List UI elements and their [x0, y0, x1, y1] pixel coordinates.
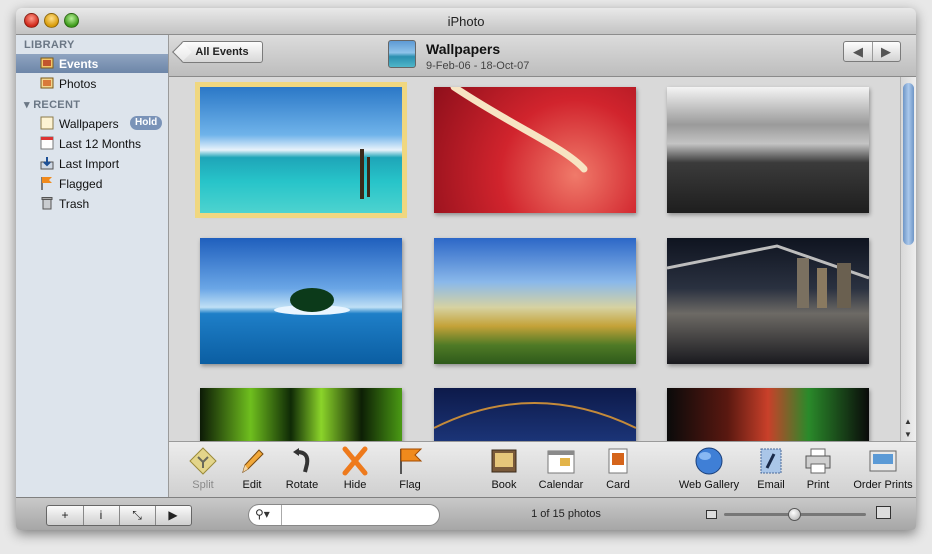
photo-thumbnail[interactable]: [666, 238, 870, 364]
flag-icon: [400, 448, 423, 474]
events-icon: [40, 57, 54, 69]
calendar-icon: [40, 136, 54, 150]
event-navigation: ◀ ▶: [843, 41, 901, 62]
search-input[interactable]: [285, 507, 434, 523]
photo-detail: [360, 149, 370, 199]
disclosure-triangle-icon[interactable]: ▾: [24, 99, 30, 111]
photo-thumbnail[interactable]: [200, 238, 402, 364]
hold-badge: Hold: [130, 116, 163, 130]
sidebar-item-label: Photos: [59, 77, 97, 91]
sidebar-item-last-import[interactable]: Last Import: [16, 154, 168, 173]
title-bar[interactable]: iPhoto: [16, 8, 916, 35]
slider-knob[interactable]: [788, 508, 801, 521]
previous-event-button[interactable]: ◀: [844, 42, 873, 61]
book-icon: [491, 449, 517, 473]
photo-thumbnail[interactable]: [434, 238, 636, 364]
event-key-photo: [388, 40, 416, 68]
order-prints-icon: [869, 450, 897, 472]
photo-thumbnail[interactable]: [434, 83, 636, 213]
photo-detail: [274, 288, 350, 315]
order-prints-button[interactable]: Order Prints: [849, 446, 916, 491]
book-button[interactable]: Book: [489, 446, 519, 491]
source-list: LIBRARY Events Photos ▾ RECENT Wallpaper…: [16, 35, 169, 497]
photo-thumbnail[interactable]: [433, 388, 637, 441]
flag-button[interactable]: Flag: [395, 446, 425, 491]
recent-header[interactable]: ▾ RECENT: [24, 98, 80, 111]
sidebar-item-last-12-months[interactable]: Last 12 Months: [16, 134, 168, 153]
search-field[interactable]: ⚲▾: [248, 504, 440, 526]
photo-thumbnail[interactable]: [667, 87, 869, 213]
stamp-icon: [760, 448, 782, 474]
scroll-up-arrow-icon[interactable]: ▲: [904, 417, 912, 426]
sidebar-item-events[interactable]: Events: [16, 54, 168, 73]
globe-icon: [695, 447, 723, 475]
split-icon: [189, 447, 217, 475]
photos-icon: [40, 77, 54, 89]
sidebar-item-label: Events: [59, 57, 99, 71]
photo-detail: [450, 83, 588, 173]
card-icon: [608, 448, 628, 474]
sidebar-item-label: Last Import: [59, 157, 120, 171]
print-button[interactable]: Print: [803, 446, 833, 491]
split-button[interactable]: Split: [187, 446, 219, 491]
rotate-icon: [293, 448, 310, 473]
add-button[interactable]: +: [47, 506, 84, 525]
iphoto-window: iPhoto LIBRARY Events Photos ▾ RECENT Wa…: [16, 8, 916, 530]
photo-thumbnail[interactable]: [195, 82, 407, 218]
hide-button[interactable]: Hide: [340, 446, 370, 491]
status-bar: + i ⤡ ▶ ⚲▾ 1 of 15 photos: [16, 497, 916, 530]
rotate-button[interactable]: Rotate: [281, 446, 323, 491]
flag-icon: [41, 177, 52, 190]
all-events-button[interactable]: All Events: [181, 41, 263, 63]
library-header: LIBRARY: [24, 39, 75, 51]
sidebar-item-label: Wallpapers: [59, 117, 119, 131]
sidebar-item-photos[interactable]: Photos: [16, 74, 168, 93]
action-buttons: + i ⤡ ▶: [46, 505, 192, 526]
scroll-down-arrow-icon[interactable]: ▼: [904, 430, 912, 439]
photo-detail: [666, 244, 870, 308]
search-divider: [281, 505, 282, 525]
event-album-icon: [40, 116, 54, 130]
hide-x-icon: [342, 446, 368, 476]
photo-detail: [433, 402, 637, 429]
sidebar-item-label: Last 12 Months: [59, 137, 142, 151]
window-title: iPhoto: [447, 14, 485, 29]
photo-thumbnail[interactable]: [200, 388, 402, 441]
card-button[interactable]: Card: [603, 446, 633, 491]
event-title: Wallpapers: [426, 41, 501, 57]
web-gallery-button[interactable]: Web Gallery: [674, 446, 744, 491]
edit-button[interactable]: Edit: [237, 446, 267, 491]
sidebar-item-flagged[interactable]: Flagged: [16, 174, 168, 193]
calendar-button[interactable]: Calendar: [536, 446, 586, 491]
import-icon: [40, 157, 54, 170]
calendar-icon: [547, 450, 575, 474]
scroll-thumb[interactable]: [903, 83, 914, 245]
large-thumbnail-icon[interactable]: [876, 506, 891, 519]
sidebar-item-label: Trash: [59, 197, 90, 211]
slideshow-button[interactable]: ▶: [155, 506, 191, 525]
photo-thumbnail[interactable]: [667, 388, 869, 441]
sidebar-item-label: Flagged: [59, 177, 103, 191]
event-dates: 9-Feb-06 - 18-Oct-07: [426, 60, 530, 72]
vertical-scrollbar[interactable]: ▲ ▼: [900, 77, 916, 441]
photo-grid: [169, 77, 900, 441]
bottom-toolbar: Split Edit Rotate Hide Flag Book Calenda…: [169, 441, 916, 498]
email-button[interactable]: Email: [755, 446, 787, 491]
search-icon[interactable]: ⚲▾: [255, 507, 270, 521]
printer-icon: [805, 448, 831, 474]
event-header: All Events Wallpapers 9-Feb-06 - 18-Oct-…: [169, 35, 916, 77]
trash-icon: [41, 197, 53, 210]
fullscreen-button[interactable]: ⤡: [119, 506, 156, 525]
photo-count: 1 of 15 photos: [531, 508, 601, 520]
pencil-icon: [242, 449, 264, 474]
sidebar-item-trash[interactable]: Trash: [16, 194, 168, 213]
next-event-button[interactable]: ▶: [872, 42, 900, 61]
sidebar-item-wallpapers[interactable]: Wallpapers Hold: [16, 114, 168, 133]
info-button[interactable]: i: [83, 506, 120, 525]
small-thumbnail-icon[interactable]: [706, 510, 717, 519]
